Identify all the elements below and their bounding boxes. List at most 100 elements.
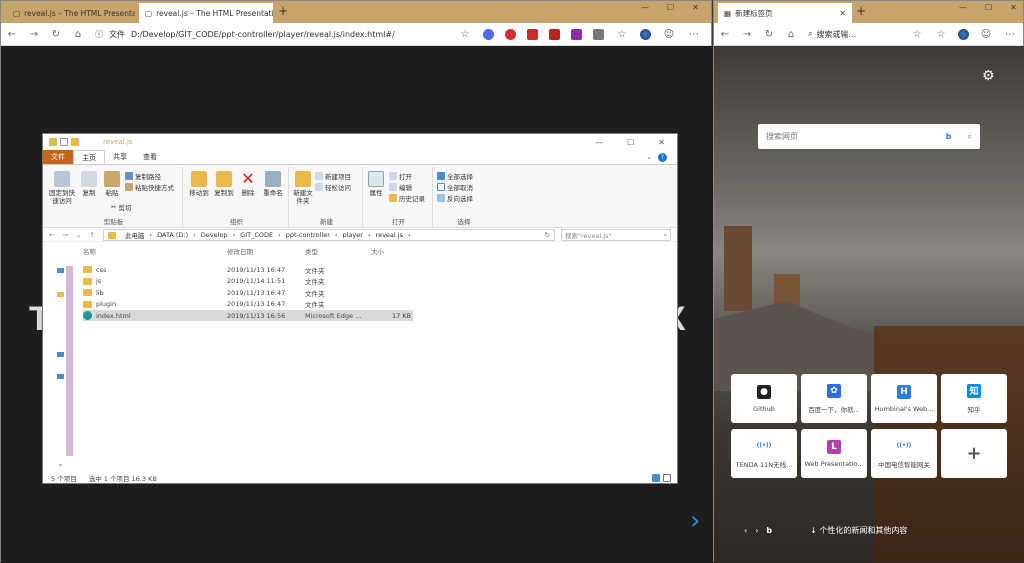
breadcrumb-item[interactable]: Develop bbox=[201, 231, 228, 239]
folder-icon[interactable] bbox=[71, 138, 79, 146]
extension-icon[interactable] bbox=[505, 28, 516, 40]
new-item-button[interactable]: 新建项目 bbox=[315, 171, 351, 181]
paste-shortcut-button[interactable]: 粘贴快捷方式 bbox=[125, 182, 174, 192]
list-item[interactable]: js 2019/11/14 11:51 文件夹 bbox=[83, 276, 413, 287]
quick-link-tile[interactable]: ● Github bbox=[731, 374, 797, 423]
maximize-button[interactable]: ☐ bbox=[985, 3, 992, 12]
open-button[interactable]: 打开 bbox=[389, 171, 412, 181]
back-icon[interactable]: ← bbox=[714, 29, 736, 40]
avatar[interactable] bbox=[958, 28, 969, 40]
column-size[interactable]: 大小 bbox=[371, 246, 411, 256]
qr-code-icon[interactable] bbox=[593, 28, 604, 40]
address-bar[interactable]: ⌕ 搜索或输... bbox=[808, 29, 856, 40]
column-name[interactable]: 名称 bbox=[83, 246, 227, 256]
close-button[interactable]: ✕ bbox=[1010, 3, 1017, 12]
quick-link-tile[interactable]: L Web Presentatio... bbox=[801, 429, 867, 478]
tiles-view-icon[interactable] bbox=[663, 473, 671, 482]
nav-pane-scrollbar[interactable] bbox=[66, 266, 73, 456]
new-tab-button[interactable]: + bbox=[278, 4, 288, 18]
next-icon[interactable]: › bbox=[755, 526, 758, 535]
expand-ribbon-icon[interactable]: ⌄ bbox=[646, 153, 652, 161]
checkbox-icon[interactable] bbox=[60, 138, 68, 146]
quick-link-tile[interactable]: ((•)) 中国电信智能网关 bbox=[871, 429, 937, 478]
tab-home[interactable]: 主页 bbox=[73, 150, 105, 164]
copy-button[interactable]: 复制 bbox=[79, 171, 99, 197]
favorite-star-icon[interactable]: ☆ bbox=[910, 29, 924, 40]
breadcrumb-item[interactable]: player bbox=[343, 231, 363, 239]
move-to-button[interactable]: 移动到 bbox=[187, 171, 211, 197]
search-icon[interactable]: ⌕ bbox=[968, 132, 972, 142]
next-slide-arrow[interactable]: › bbox=[690, 506, 700, 536]
delete-button[interactable]: ✕ 删除 bbox=[239, 171, 257, 198]
page-search-input[interactable]: 搜索网页 bbox=[766, 131, 798, 142]
favorites-icon[interactable]: ☆ bbox=[934, 29, 948, 40]
list-item[interactable]: index.html 2019/11/13 16:56 Microsoft Edge… bbox=[83, 310, 413, 321]
more-icon[interactable]: ⋯ bbox=[687, 29, 701, 40]
close-tab-icon[interactable]: ✕ bbox=[839, 9, 846, 18]
select-none-button[interactable]: 全部取消 bbox=[437, 182, 473, 192]
minimize-button[interactable]: — bbox=[641, 3, 649, 12]
new-tab-button[interactable]: + bbox=[856, 4, 866, 18]
forward-icon[interactable]: → bbox=[62, 231, 67, 239]
rename-button[interactable]: 重命名 bbox=[261, 171, 285, 197]
tab-file[interactable]: 文件 bbox=[43, 150, 73, 164]
details-view-icon[interactable] bbox=[652, 473, 660, 482]
emoji-icon[interactable]: ☺ bbox=[979, 29, 993, 40]
help-icon[interactable]: ? bbox=[658, 152, 667, 162]
quick-link-tile[interactable]: H Humbinal's Web... bbox=[871, 374, 937, 423]
extension-icon[interactable] bbox=[483, 28, 494, 40]
folder-icon[interactable] bbox=[57, 292, 64, 297]
back-icon[interactable]: ← bbox=[49, 231, 54, 239]
onedrive-icon[interactable] bbox=[57, 352, 64, 357]
gear-icon[interactable]: ⚙ bbox=[982, 68, 995, 84]
properties-button[interactable]: 属性 bbox=[367, 171, 385, 197]
close-button[interactable]: ✕ bbox=[692, 3, 699, 12]
url-text[interactable]: D:/Develop/GIT_CODE/ppt-controller/playe… bbox=[131, 30, 395, 39]
invert-selection-button[interactable]: 反向选择 bbox=[437, 193, 473, 203]
prev-icon[interactable]: ‹ bbox=[744, 526, 747, 535]
emoji-icon[interactable]: ☺ bbox=[662, 29, 676, 40]
list-item[interactable]: plugin 2019/11/13 16:47 文件夹 bbox=[83, 299, 413, 310]
new-folder-button[interactable]: 新建文件夹 bbox=[291, 171, 315, 205]
tab-share[interactable]: 共享 bbox=[105, 150, 135, 164]
favorites-icon[interactable]: ☆ bbox=[615, 29, 629, 40]
maximize-button[interactable]: ☐ bbox=[667, 3, 674, 12]
edit-button[interactable]: 编辑 bbox=[389, 182, 412, 192]
easy-access-button[interactable]: 轻松访问 bbox=[315, 182, 351, 192]
close-button[interactable]: ✕ bbox=[658, 138, 665, 147]
tab-reveal-1[interactable]: ▢ reveal.js – The HTML Presentatio bbox=[7, 3, 135, 23]
list-item[interactable]: css 2019/11/13 16:47 文件夹 bbox=[83, 264, 413, 275]
select-all-button[interactable]: 全部选择 bbox=[437, 171, 473, 181]
maximize-button[interactable]: ☐ bbox=[627, 138, 634, 147]
address-bar[interactable]: ⓘ 文件 D:/Develop/GIT_CODE/ppt-controller/… bbox=[95, 29, 395, 40]
quick-link-tile[interactable]: ✿ 百度一下，你就... bbox=[801, 374, 867, 423]
refresh-icon[interactable]: ↻ bbox=[758, 29, 780, 40]
home-icon[interactable]: ⌂ bbox=[67, 29, 89, 40]
breadcrumb-item[interactable]: reveal.js bbox=[376, 231, 403, 239]
cut-button[interactable]: ✂ 剪切 bbox=[111, 202, 131, 212]
quick-link-tile[interactable]: 知知乎 bbox=[941, 374, 1007, 423]
breadcrumb-item[interactable]: DATA (D:) bbox=[157, 231, 188, 239]
tab-new-tab[interactable]: ▦ 新建标签页 ✕ bbox=[718, 3, 852, 23]
minimize-button[interactable]: — bbox=[595, 138, 603, 147]
favorite-star-icon[interactable]: ☆ bbox=[458, 29, 472, 40]
search-input[interactable]: 搜索"reveal.js" ⌕ bbox=[561, 229, 671, 241]
scroll-down-icon[interactable]: ⌄ bbox=[57, 459, 64, 468]
breadcrumb-item[interactable]: GIT_CODE bbox=[240, 231, 273, 239]
extension-icon[interactable] bbox=[549, 28, 560, 40]
column-type[interactable]: 类型 bbox=[305, 246, 371, 256]
more-icon[interactable]: ⋯ bbox=[1003, 29, 1017, 40]
copy-to-button[interactable]: 复制到 bbox=[212, 171, 236, 197]
news-link[interactable]: ↓ 个性化的新闻和其他内容 bbox=[810, 525, 907, 536]
pc-icon[interactable] bbox=[57, 374, 64, 379]
copy-path-button[interactable]: 复制路径 bbox=[125, 171, 161, 181]
back-icon[interactable]: ← bbox=[1, 29, 23, 40]
quick-access-icon[interactable] bbox=[57, 268, 64, 273]
up-icon[interactable]: ↑ bbox=[89, 231, 94, 239]
refresh-icon[interactable]: ↻ bbox=[545, 231, 550, 239]
page-search-box[interactable]: 搜索网页 b ⌕ bbox=[758, 124, 980, 149]
list-item[interactable]: lib 2019/11/13 16:47 文件夹 bbox=[83, 287, 413, 298]
home-icon[interactable]: ⌂ bbox=[780, 29, 802, 40]
quick-link-tile[interactable]: ((•)) TENDA 11N无线... bbox=[731, 429, 797, 478]
column-date[interactable]: 修改日期 bbox=[227, 246, 305, 256]
